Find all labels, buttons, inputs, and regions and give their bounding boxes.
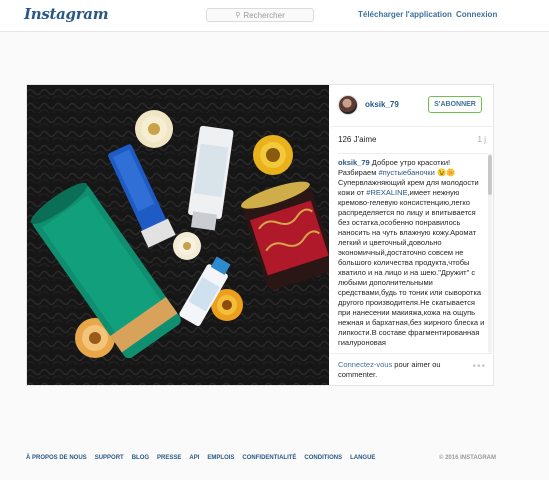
flower-top (135, 110, 173, 148)
footer-link-blog[interactable]: BLOG (132, 455, 149, 461)
footer-link-press[interactable]: PRESSE (157, 455, 181, 461)
footer-link-jobs[interactable]: EMPLOIS (207, 455, 234, 461)
search-icon: ⚲ (235, 12, 241, 19)
footer-link-support[interactable]: SUPPORT (95, 455, 124, 461)
footer-links: À PROPOS DE NOUS SUPPORT BLOG PRESSE API… (26, 455, 496, 461)
hashtag-link[interactable]: #REXALINE (366, 188, 407, 197)
flower-middle (173, 232, 201, 260)
top-navigation-bar: Instagram ⚲ Rechercher Télécharger l'app… (0, 0, 549, 32)
comment-prompt: Connectez-vous pour aimer ou commenter. (338, 360, 458, 380)
footer-link-language[interactable]: LANGUE (350, 455, 375, 461)
search-placeholder: Rechercher (243, 10, 285, 20)
follow-button[interactable]: S'ABONNER (428, 96, 482, 113)
hashtag-link[interactable]: #пустыебаночки (378, 168, 434, 177)
download-app-link[interactable]: Télécharger l'application (358, 10, 452, 19)
footer-link-terms[interactable]: CONDITIONS (304, 455, 342, 461)
login-comment-link[interactable]: Connectez-vous (338, 360, 392, 369)
footer: À PROPOS DE NOUS SUPPORT BLOG PRESSE API… (26, 455, 496, 465)
caption-scrollbar[interactable] (488, 153, 492, 353)
search-input[interactable]: ⚲ Rechercher (206, 8, 314, 22)
username-link[interactable]: oksik_79 (365, 100, 399, 109)
post-sidebar: oksik_79 S'ABONNER 126 J'aime 1 j oksik_… (330, 85, 494, 385)
avatar[interactable] (338, 95, 358, 115)
scrollbar-thumb[interactable] (488, 155, 492, 195)
caption-username[interactable]: oksik_79 (338, 158, 370, 167)
likes-row: 126 J'aime 1 j (338, 135, 486, 147)
post-card: oksik_79 S'ABONNER 126 J'aime 1 j oksik_… (26, 84, 494, 386)
copyright-text: © 2016 INSTAGRAM (439, 455, 496, 461)
login-link[interactable]: Connexion (456, 10, 497, 19)
footer-link-api[interactable]: API (189, 455, 199, 461)
footer-link-privacy[interactable]: CONFIDENTIALITÉ (242, 455, 296, 461)
post-time[interactable]: 1 j (478, 135, 486, 144)
post-header: oksik_79 S'ABONNER (330, 85, 494, 127)
flower-right (253, 135, 293, 175)
caption-text-3: ,имеет нежную кремово-гелевую консистенц… (338, 188, 485, 347)
instagram-logo[interactable]: Instagram (24, 5, 109, 23)
more-options-icon[interactable]: ••• (472, 362, 486, 372)
comment-row: Connectez-vous pour aimer ou commenter. … (330, 353, 494, 385)
post-photo[interactable] (27, 85, 329, 385)
post-photo-image (27, 85, 329, 385)
caption-scroll-area[interactable]: oksik_79 Доброе утро красотки!Разбираем … (338, 153, 488, 353)
footer-link-about[interactable]: À PROPOS DE NOUS (26, 455, 87, 461)
likes-count[interactable]: 126 J'aime (338, 135, 376, 144)
